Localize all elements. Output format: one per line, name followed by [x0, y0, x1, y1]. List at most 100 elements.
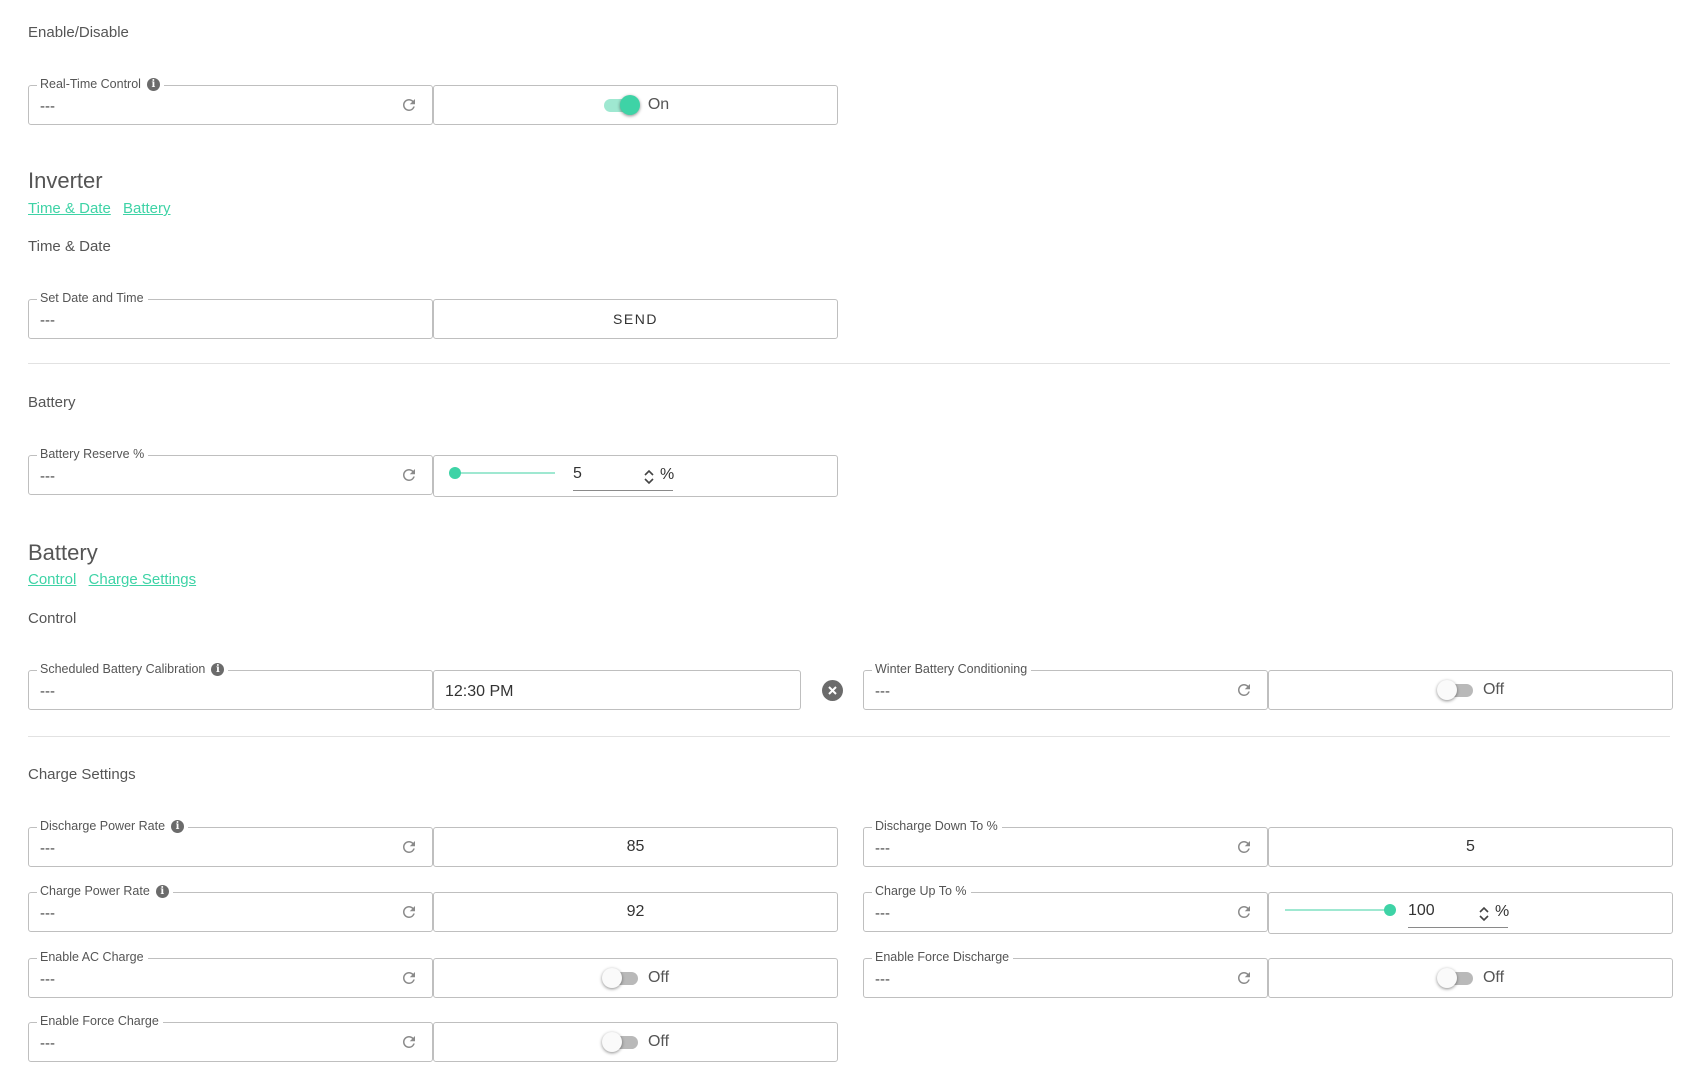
toggle-state-label: Off — [647, 1033, 670, 1050]
charge-up-to-input[interactable]: 100 — [1408, 902, 1508, 928]
toggle-state-label: On — [647, 96, 670, 113]
spinner-arrows-icon[interactable] — [1478, 905, 1490, 923]
battery-reserve-slider-thumb[interactable] — [449, 467, 462, 479]
discharge-power-rate-input[interactable]: 85 — [433, 827, 838, 867]
field-value: --- — [875, 971, 890, 988]
divider — [28, 363, 1670, 364]
input-value: 85 — [626, 838, 645, 855]
field-label: Enable Force Discharge — [872, 950, 1014, 964]
discharge-down-to-input[interactable]: 5 — [1268, 827, 1673, 867]
field-value: --- — [40, 468, 55, 485]
charge-up-to-slider-track[interactable] — [1285, 909, 1390, 911]
toggle-state-label: Off — [1482, 969, 1505, 986]
battery-anchor-links: Control Charge Settings — [28, 571, 204, 588]
field-value: --- — [40, 683, 55, 700]
field-value: --- — [40, 905, 55, 922]
refresh-icon[interactable] — [1235, 903, 1253, 921]
send-button-label: SEND — [613, 311, 658, 327]
field-label: Enable AC Charge — [37, 950, 148, 964]
link-charge-settings[interactable]: Charge Settings — [89, 571, 197, 588]
refresh-icon[interactable] — [400, 838, 418, 856]
refresh-icon[interactable] — [1235, 838, 1253, 856]
winter-conditioning-toggle[interactable] — [1436, 679, 1475, 701]
section-heading-charge-settings: Charge Settings — [28, 766, 136, 783]
calibration-time-input[interactable]: 12:30 PM — [433, 670, 801, 710]
field-label: Set Date and Time — [37, 291, 148, 305]
enable-ac-charge-field: Enable AC Charge --- — [28, 950, 433, 998]
link-time-date[interactable]: Time & Date — [28, 200, 111, 217]
battery-reserve-control-box: 5 % — [433, 455, 838, 497]
field-label: Scheduled Battery Calibration i — [37, 662, 229, 676]
field-label: Charge Power Rate i — [37, 884, 173, 898]
enable-force-discharge-field: Enable Force Discharge --- — [863, 950, 1268, 998]
field-value: --- — [875, 683, 890, 700]
real-time-control-field: Real-Time Control i --- — [28, 77, 433, 125]
refresh-icon[interactable] — [400, 1033, 418, 1051]
refresh-icon[interactable] — [400, 969, 418, 987]
clear-icon[interactable] — [822, 680, 843, 701]
link-control[interactable]: Control — [28, 571, 76, 588]
charge-up-to-slider-thumb[interactable] — [1384, 904, 1396, 916]
info-icon[interactable]: i — [211, 662, 225, 676]
time-value: 12:30 PM — [445, 683, 514, 700]
info-icon[interactable]: i — [171, 819, 185, 833]
enable-force-charge-field: Enable Force Charge --- — [28, 1014, 433, 1062]
divider — [28, 736, 1670, 737]
refresh-icon[interactable] — [400, 96, 418, 114]
refresh-icon[interactable] — [400, 466, 418, 484]
input-value: 5 — [1466, 838, 1475, 855]
field-value: --- — [875, 840, 890, 857]
enable-force-discharge-toggle-box: Off — [1268, 958, 1673, 998]
field-label: Real-Time Control i — [37, 77, 164, 91]
charge-power-rate-field: Charge Power Rate i --- — [28, 884, 433, 932]
charge-up-to-field: Charge Up To % --- — [863, 884, 1268, 932]
refresh-icon[interactable] — [1235, 681, 1253, 699]
section-heading-control: Control — [28, 610, 77, 627]
battery-reserve-slider-track[interactable] — [450, 472, 555, 474]
section-title-inverter: Inverter — [28, 168, 103, 193]
field-value: --- — [40, 840, 55, 857]
real-time-control-toggle[interactable] — [602, 94, 640, 116]
field-value: --- — [875, 905, 890, 922]
refresh-icon[interactable] — [400, 903, 418, 921]
field-value: --- — [40, 98, 55, 115]
enable-force-charge-toggle-box: Off — [433, 1022, 838, 1062]
percent-unit: % — [1495, 903, 1510, 920]
field-value: --- — [40, 1035, 55, 1052]
field-label: Discharge Power Rate i — [37, 819, 189, 833]
toggle-state-label: Off — [1482, 681, 1505, 698]
real-time-control-toggle-box: On — [433, 85, 838, 125]
toggle-state-label: Off — [647, 969, 670, 986]
field-value: --- — [40, 312, 55, 329]
spinner-arrows-icon[interactable] — [643, 468, 655, 486]
link-battery[interactable]: Battery — [123, 200, 171, 217]
section-title-battery: Battery — [28, 540, 98, 565]
inverter-anchor-links: Time & Date Battery — [28, 200, 179, 217]
charge-power-rate-input[interactable]: 92 — [433, 892, 838, 932]
battery-reserve-field: Battery Reserve % --- — [28, 447, 433, 495]
field-label: Charge Up To % — [872, 884, 971, 898]
discharge-down-to-field: Discharge Down To % --- — [863, 819, 1268, 867]
input-value: 92 — [626, 903, 645, 920]
enable-force-discharge-toggle[interactable] — [1436, 967, 1475, 989]
field-value: --- — [40, 971, 55, 988]
percent-unit: % — [660, 466, 675, 483]
enable-force-charge-toggle[interactable] — [601, 1031, 640, 1053]
section-heading-enable-disable: Enable/Disable — [28, 24, 129, 41]
charge-up-to-control-box: 100 % — [1268, 892, 1673, 934]
info-icon[interactable]: i — [146, 77, 160, 91]
send-button[interactable]: SEND — [433, 299, 838, 339]
discharge-power-rate-field: Discharge Power Rate i --- — [28, 819, 433, 867]
set-date-time-field: Set Date and Time --- — [28, 291, 433, 339]
refresh-icon[interactable] — [1235, 969, 1253, 987]
enable-ac-charge-toggle[interactable] — [601, 967, 640, 989]
field-label: Enable Force Charge — [37, 1014, 163, 1028]
enable-ac-charge-toggle-box: Off — [433, 958, 838, 998]
field-label: Battery Reserve % — [37, 447, 149, 461]
battery-reserve-input[interactable]: 5 — [573, 465, 673, 491]
section-heading-battery-inverter: Battery — [28, 394, 76, 411]
info-icon[interactable]: i — [155, 884, 169, 898]
winter-conditioning-field: Winter Battery Conditioning --- — [863, 662, 1268, 710]
winter-conditioning-toggle-box: Off — [1268, 670, 1673, 710]
field-label: Winter Battery Conditioning — [872, 662, 1032, 676]
